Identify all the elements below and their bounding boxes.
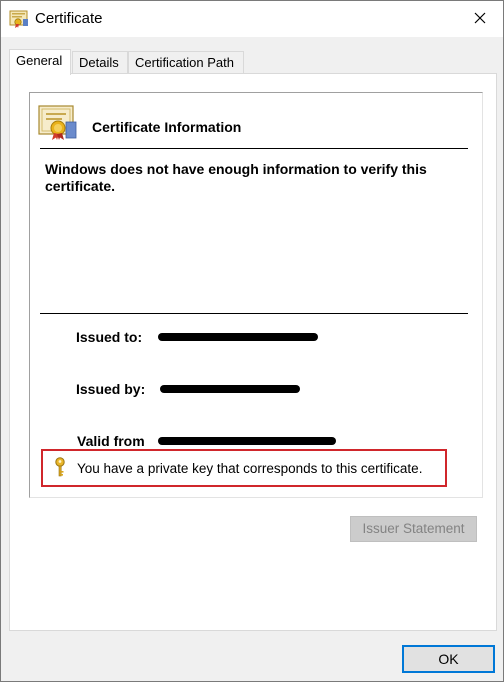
info-heading: Certificate Information bbox=[92, 119, 242, 135]
heading-divider bbox=[40, 148, 468, 149]
ok-button[interactable]: OK bbox=[402, 645, 495, 673]
close-icon bbox=[474, 12, 486, 27]
verification-warning: Windows does not have enough information… bbox=[45, 161, 427, 194]
tab-strip: General Details Certification Path bbox=[9, 49, 497, 75]
issued-by-label: Issued by: bbox=[76, 381, 146, 397]
issued-to-value-redacted bbox=[158, 333, 318, 341]
general-tab-panel: Certificate Information Windows does not… bbox=[9, 73, 497, 631]
key-icon bbox=[54, 457, 66, 477]
valid-dates-redacted bbox=[158, 437, 336, 445]
certificate-image-icon bbox=[38, 104, 78, 140]
tab-general[interactable]: General bbox=[9, 49, 71, 75]
window-title: Certificate bbox=[35, 10, 103, 27]
issuer-statement-button[interactable]: Issuer Statement bbox=[350, 516, 477, 542]
issued-to-label: Issued to: bbox=[76, 329, 143, 345]
valid-from-label: Valid from bbox=[77, 433, 145, 449]
private-key-message: You have a private key that corresponds … bbox=[77, 461, 423, 476]
close-button[interactable] bbox=[457, 1, 503, 37]
details-divider bbox=[40, 313, 468, 314]
title-bar: Certificate bbox=[1, 1, 503, 37]
certificate-info-box: Certificate Information Windows does not… bbox=[29, 92, 483, 498]
private-key-highlight: You have a private key that corresponds … bbox=[41, 449, 447, 487]
issued-by-value-redacted bbox=[160, 385, 300, 393]
tab-certification-path[interactable]: Certification Path bbox=[128, 51, 244, 74]
tab-details[interactable]: Details bbox=[72, 51, 128, 74]
certificate-icon bbox=[9, 9, 29, 28]
certificate-dialog: Certificate General Details Certificatio… bbox=[0, 0, 504, 682]
